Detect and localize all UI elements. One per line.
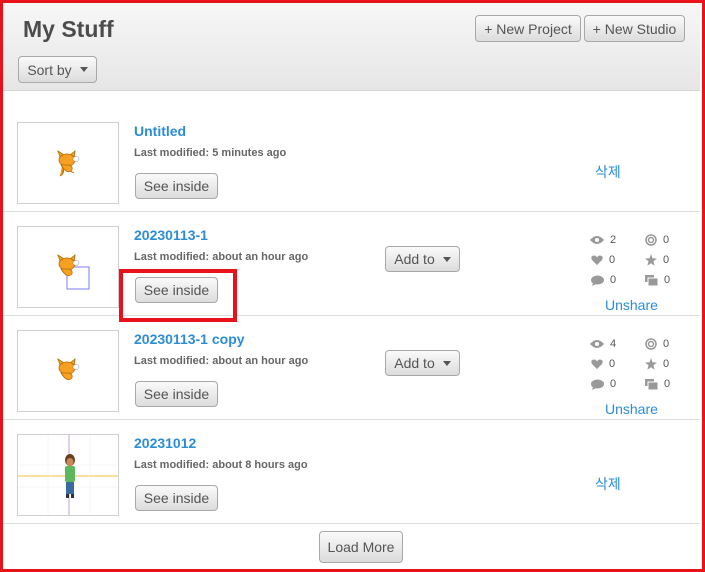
highlight-box <box>119 269 237 322</box>
studio-icon <box>645 378 658 390</box>
project-thumbnail[interactable] <box>17 330 119 412</box>
remix-icon <box>645 234 657 246</box>
comments-stat: 0 <box>591 378 616 390</box>
sort-by-label: Sort by <box>27 61 72 78</box>
project-thumbnail[interactable] <box>17 434 119 516</box>
scratch-cat-icon <box>57 358 80 381</box>
views-stat: 4 <box>590 338 616 350</box>
last-modified-text: Last modified: 5 minutes ago <box>134 147 286 159</box>
page-header: My Stuff + New Project + New Studio Sort… <box>3 3 700 91</box>
project-row: Untitled Last modified: 5 minutes ago Se… <box>3 108 700 212</box>
unshare-link[interactable]: Unshare <box>605 297 658 313</box>
studios-count: 0 <box>664 378 671 390</box>
remixes-count: 0 <box>663 338 670 350</box>
last-modified-value: about an hour ago <box>212 355 309 367</box>
last-modified-text: Last modified: about an hour ago <box>134 355 308 367</box>
see-inside-button[interactable]: See inside <box>135 381 218 407</box>
studios-stat: 0 <box>645 378 670 390</box>
heart-icon <box>591 359 603 369</box>
chevron-down-icon <box>79 67 88 72</box>
last-modified-value: about an hour ago <box>212 251 309 263</box>
star-icon <box>645 358 657 370</box>
new-studio-button[interactable]: + New Studio <box>584 15 685 42</box>
project-row: 20231012 Last modified: about 8 hours ag… <box>3 420 700 524</box>
last-modified-label: Last modified: <box>134 459 210 471</box>
favorites-count: 0 <box>663 254 670 266</box>
project-row: 20230113-1 copy Last modified: about an … <box>3 316 700 420</box>
project-thumbnail[interactable] <box>17 122 119 204</box>
remixes-count: 0 <box>663 234 670 246</box>
page-title: My Stuff <box>23 16 114 42</box>
chevron-down-icon <box>442 256 451 262</box>
character-graph-thumbnail <box>18 435 118 515</box>
scratch-cat-icon <box>57 254 90 290</box>
favorites-stat: 0 <box>645 358 669 370</box>
unshare-link[interactable]: Unshare <box>605 401 658 417</box>
comments-count: 0 <box>610 378 617 390</box>
favorites-count: 0 <box>663 358 670 370</box>
studios-count: 0 <box>664 274 671 286</box>
load-more-button[interactable]: Load More <box>319 531 403 563</box>
eye-icon <box>590 340 604 348</box>
see-inside-button[interactable]: See inside <box>135 485 218 511</box>
project-title-link[interactable]: 20231012 <box>134 435 196 451</box>
star-icon <box>645 254 657 266</box>
delete-link[interactable]: 삭제 <box>595 474 621 494</box>
last-modified-label: Last modified: <box>134 355 210 367</box>
loves-count: 0 <box>609 254 616 266</box>
comment-icon <box>591 379 604 390</box>
last-modified-label: Last modified: <box>134 251 210 263</box>
studio-icon <box>645 274 658 286</box>
last-modified-text: Last modified: about 8 hours ago <box>134 459 308 471</box>
add-to-label: Add to <box>394 355 435 371</box>
chevron-down-icon <box>442 360 451 366</box>
loves-stat: 0 <box>591 254 615 266</box>
project-title-link[interactable]: Untitled <box>134 123 186 139</box>
loves-count: 0 <box>609 358 616 370</box>
remixes-stat: 0 <box>645 234 669 246</box>
sort-by-dropdown[interactable]: Sort by <box>18 56 97 83</box>
views-count: 2 <box>610 234 617 246</box>
delete-link[interactable]: 삭제 <box>595 162 621 182</box>
comments-count: 0 <box>610 274 617 286</box>
comment-icon <box>591 275 604 286</box>
project-thumbnail[interactable] <box>17 226 119 308</box>
views-count: 4 <box>610 338 617 350</box>
remixes-stat: 0 <box>645 338 669 350</box>
favorites-stat: 0 <box>645 254 669 266</box>
new-project-button[interactable]: + New Project <box>475 15 581 42</box>
scratch-cat-icon <box>57 150 80 177</box>
add-to-dropdown[interactable]: Add to <box>385 246 460 272</box>
remix-icon <box>645 338 657 350</box>
project-row: 20230113-1 Last modified: about an hour … <box>3 212 700 316</box>
comments-stat: 0 <box>591 274 616 286</box>
project-title-link[interactable]: 20230113-1 copy <box>134 331 245 347</box>
studios-stat: 0 <box>645 274 670 286</box>
add-to-label: Add to <box>394 251 435 267</box>
heart-icon <box>591 255 603 265</box>
last-modified-text: Last modified: about an hour ago <box>134 251 308 263</box>
add-to-dropdown[interactable]: Add to <box>385 350 460 376</box>
views-stat: 2 <box>590 234 616 246</box>
eye-icon <box>590 236 604 244</box>
project-title-link[interactable]: 20230113-1 <box>134 227 208 243</box>
last-modified-label: Last modified: <box>134 147 210 159</box>
last-modified-value: about 8 hours ago <box>212 459 308 471</box>
loves-stat: 0 <box>591 358 615 370</box>
see-inside-button[interactable]: See inside <box>135 173 218 199</box>
last-modified-value: 5 minutes ago <box>212 147 287 159</box>
